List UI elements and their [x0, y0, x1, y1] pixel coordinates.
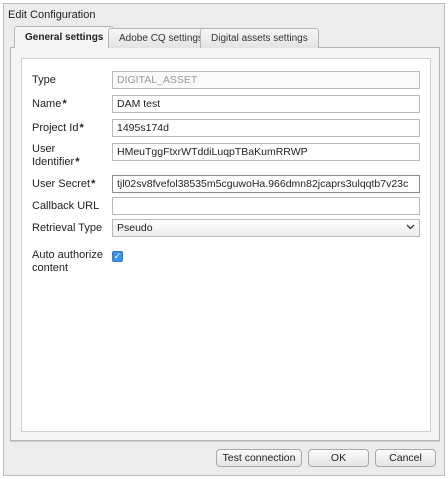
test-connection-button[interactable]: Test connection [216, 449, 302, 467]
dialog-footer: Test connection OK Cancel [10, 441, 440, 472]
tab-general-settings[interactable]: General settings [14, 26, 115, 49]
required-marker: * [91, 178, 96, 190]
auto-authorize-checkbox[interactable]: ✓ [112, 251, 123, 262]
required-marker: * [62, 98, 67, 110]
user-secret-field[interactable]: tjl02sv8fvefol38535m5cguwoHa.966dmn82jca… [112, 175, 420, 193]
tab-bar: General settings Adobe CQ settings Digit… [10, 26, 440, 49]
required-marker: * [79, 122, 84, 134]
retrieval-type-value: Pseudo [117, 222, 153, 234]
tab-adobe-cq-settings[interactable]: Adobe CQ settings [108, 28, 214, 48]
project-id-field[interactable]: 1495s174d [112, 119, 420, 137]
tab-digital-assets-settings[interactable]: Digital assets settings [200, 28, 319, 48]
dialog-title: Edit Configuration [8, 9, 96, 21]
tab-panel: Type DIGITAL_ASSET Name* DAM test Projec… [10, 48, 440, 441]
retrieval-type-select[interactable]: Pseudo [112, 219, 420, 237]
chevron-down-icon[interactable] [403, 221, 417, 235]
user-identifier-label: User Identifier* [32, 143, 80, 168]
name-label: Name* [32, 98, 67, 110]
edit-configuration-dialog: Edit Configuration General settings Adob… [3, 3, 445, 476]
type-field: DIGITAL_ASSET [112, 71, 420, 89]
user-secret-label: User Secret* [32, 178, 96, 190]
type-label: Type [32, 74, 56, 86]
required-marker: * [75, 156, 80, 168]
project-id-label: Project Id* [32, 122, 84, 134]
configuration-form: Type DIGITAL_ASSET Name* DAM test Projec… [21, 58, 431, 432]
auto-authorize-label: Auto authorize content [32, 249, 103, 274]
name-field[interactable]: DAM test [112, 95, 420, 113]
callback-url-label: Callback URL [32, 200, 100, 212]
cancel-button[interactable]: Cancel [375, 449, 436, 467]
ok-button[interactable]: OK [308, 449, 369, 467]
retrieval-type-label: Retrieval Type [32, 222, 103, 234]
callback-url-field[interactable] [112, 197, 420, 215]
user-identifier-field[interactable]: HMeuTggFtxrWTddiLuqpTBaKumRRWP [112, 143, 420, 161]
